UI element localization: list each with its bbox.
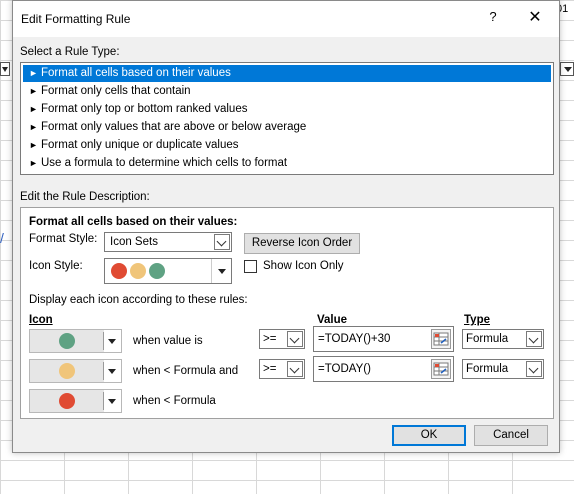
type-dropdown-2[interactable]: Formula bbox=[462, 359, 544, 379]
rule-type-item[interactable]: ► Format only top or bottom ranked values bbox=[23, 101, 551, 118]
background-dropdown-arrow bbox=[560, 62, 574, 76]
red-circle-icon bbox=[111, 263, 127, 279]
type-value: Formula bbox=[466, 363, 509, 375]
rule-type-label: Format all cells based on their values bbox=[41, 67, 231, 79]
triangle-down-icon bbox=[108, 369, 116, 374]
rule-type-label: Format only values that are above or bel… bbox=[41, 121, 307, 133]
triangle-down-icon bbox=[108, 399, 116, 404]
triangle-down-icon bbox=[108, 339, 116, 344]
icon-picker-2[interactable] bbox=[29, 359, 122, 383]
condition-text: when value is bbox=[133, 335, 203, 347]
rule-type-item[interactable]: ► Format only unique or duplicate values bbox=[23, 137, 551, 154]
rule-type-item[interactable]: ► Use a formula to determine which cells … bbox=[23, 155, 551, 172]
chevron-down-icon bbox=[287, 361, 303, 377]
value-input-1[interactable]: =TODAY()+30 bbox=[313, 326, 454, 352]
description-heading: Format all cells based on their values: bbox=[29, 216, 238, 228]
title-bar: Edit Formatting Rule ? ✕ bbox=[13, 1, 559, 37]
edit-formatting-rule-dialog: Edit Formatting Rule ? ✕ Select a Rule T… bbox=[12, 0, 560, 453]
value-column-header: Value bbox=[317, 314, 348, 326]
range-selector-icon[interactable] bbox=[431, 359, 451, 379]
condition-text: when < Formula and bbox=[133, 365, 239, 377]
icon-style-dropdown[interactable] bbox=[104, 258, 232, 284]
yellow-circle-icon bbox=[59, 363, 75, 379]
chevron-down-icon bbox=[526, 331, 542, 347]
chevron-down-icon bbox=[526, 361, 542, 377]
rule-type-item[interactable]: ► Format only cells that contain bbox=[23, 83, 551, 100]
format-style-dropdown[interactable]: Icon Sets bbox=[104, 232, 232, 252]
arrow-icon: ► bbox=[29, 158, 38, 168]
green-circle-icon bbox=[59, 333, 75, 349]
icon-style-label: Icon Style: bbox=[29, 260, 83, 272]
triangle-down-icon bbox=[218, 269, 226, 274]
yellow-circle-icon bbox=[130, 263, 146, 279]
type-column-header: Type bbox=[464, 314, 490, 326]
operator-dropdown-1[interactable]: >= bbox=[259, 329, 305, 349]
icon-column-header: Icon bbox=[29, 314, 53, 326]
chevron-down-icon bbox=[287, 331, 303, 347]
show-icon-only-label: Show Icon Only bbox=[263, 260, 344, 272]
operator-value: >= bbox=[263, 333, 277, 345]
rule-type-item[interactable]: ► Format only values that are above or be… bbox=[23, 119, 551, 136]
operator-value: >= bbox=[263, 363, 277, 375]
format-style-label: Format Style: bbox=[29, 233, 98, 245]
operator-dropdown-2[interactable]: >= bbox=[259, 359, 305, 379]
arrow-icon: ► bbox=[29, 122, 38, 132]
reverse-icon-order-button[interactable]: Reverse Icon Order bbox=[244, 233, 360, 254]
value-input-2[interactable]: =TODAY() bbox=[313, 356, 454, 382]
close-button[interactable]: ✕ bbox=[525, 7, 545, 27]
rule-type-label: Format only unique or duplicate values bbox=[41, 139, 239, 151]
value-text: =TODAY() bbox=[318, 363, 371, 375]
show-icon-only-checkbox[interactable] bbox=[244, 260, 257, 273]
arrow-icon: ► bbox=[29, 86, 38, 96]
select-rule-type-label: Select a Rule Type: bbox=[20, 46, 120, 58]
type-value: Formula bbox=[466, 333, 509, 345]
cancel-button[interactable]: Cancel bbox=[474, 425, 548, 446]
arrow-icon: ► bbox=[29, 68, 38, 78]
value-text: =TODAY()+30 bbox=[318, 333, 391, 345]
display-rules-label: Display each icon according to these rul… bbox=[29, 294, 248, 306]
rule-type-item[interactable]: ► Format all cells based on their values bbox=[23, 65, 551, 82]
edit-description-label: Edit the Rule Description: bbox=[20, 191, 150, 203]
condition-text: when < Formula bbox=[133, 395, 216, 407]
green-circle-icon bbox=[149, 263, 165, 279]
background-dropdown-arrow bbox=[0, 62, 10, 76]
range-selector-icon[interactable] bbox=[431, 329, 451, 349]
icon-picker-1[interactable] bbox=[29, 329, 122, 353]
rule-description-panel: Format all cells based on their values: … bbox=[20, 207, 554, 419]
rule-type-label: Format only top or bottom ranked values bbox=[41, 103, 248, 115]
rule-type-list[interactable]: ► Format all cells based on their values … bbox=[20, 62, 554, 175]
dialog-title: Edit Formatting Rule bbox=[21, 12, 131, 26]
format-style-value: Icon Sets bbox=[110, 236, 158, 248]
rule-type-label: Use a formula to determine which cells t… bbox=[41, 157, 288, 169]
red-circle-icon bbox=[59, 393, 75, 409]
rule-type-label: Format only cells that contain bbox=[41, 85, 191, 97]
ok-button[interactable]: OK bbox=[392, 425, 466, 446]
background-link-fragment: / bbox=[0, 230, 4, 246]
arrow-icon: ► bbox=[29, 104, 38, 114]
chevron-down-icon bbox=[214, 234, 230, 250]
type-dropdown-1[interactable]: Formula bbox=[462, 329, 544, 349]
icon-picker-3[interactable] bbox=[29, 389, 122, 413]
arrow-icon: ► bbox=[29, 140, 38, 150]
help-button[interactable]: ? bbox=[485, 9, 501, 24]
